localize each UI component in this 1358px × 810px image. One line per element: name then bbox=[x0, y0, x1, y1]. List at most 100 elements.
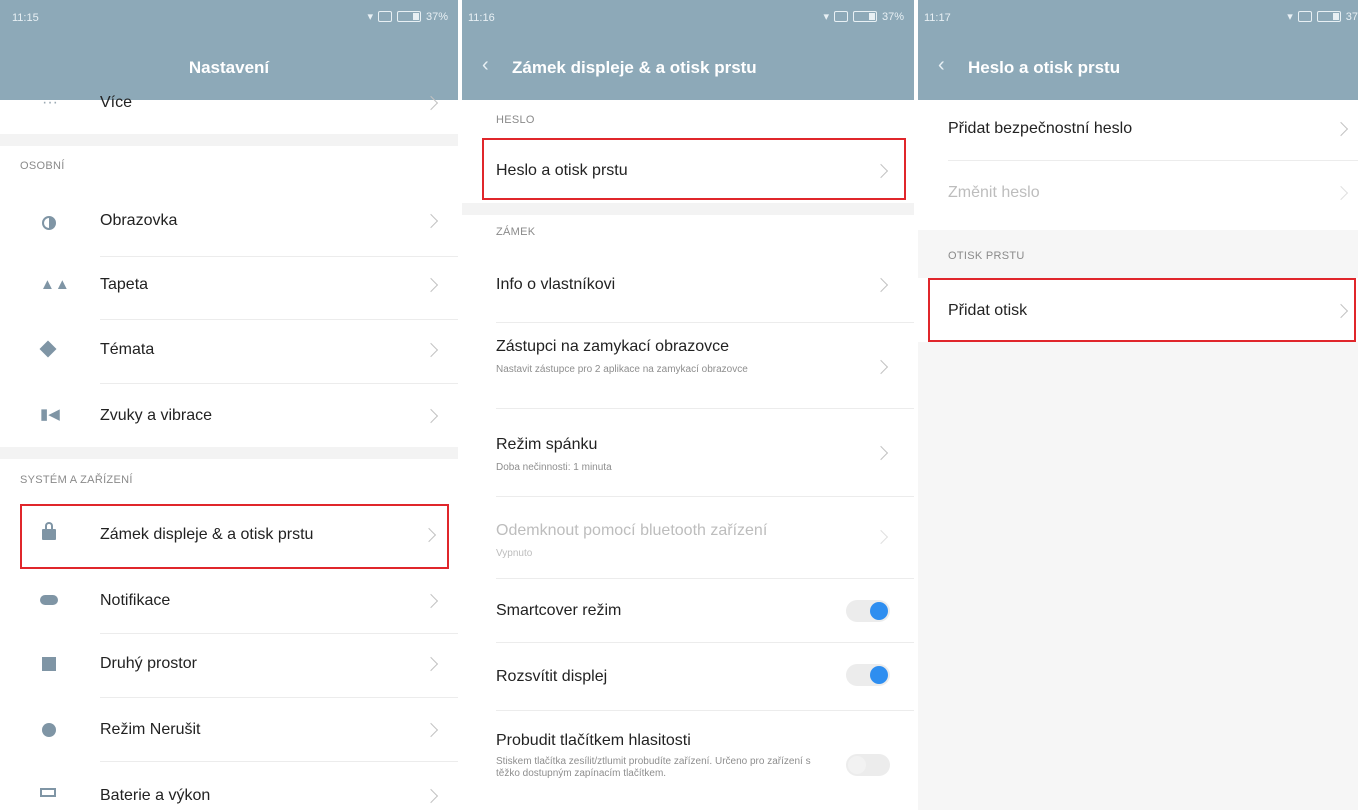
item-label: Rozsvítit displej bbox=[496, 668, 608, 685]
volume-wake-toggle[interactable] bbox=[846, 754, 890, 776]
battery-icon bbox=[396, 11, 421, 22]
chevron-right-icon bbox=[423, 277, 439, 293]
wifi-icon: ▾ bbox=[823, 11, 829, 23]
speaker-icon: ▮◀ bbox=[40, 406, 60, 423]
more-dots-icon: ··· bbox=[42, 94, 58, 111]
status-bar: 11:16 ▾ 37% bbox=[462, 0, 914, 34]
section-header-fingerprint: OTISK PRSTU bbox=[948, 250, 1025, 262]
settings-item-label: Obrazovka bbox=[100, 212, 178, 229]
section-header-lock: ZÁMEK bbox=[496, 226, 536, 238]
wifi-icon: ▾ bbox=[1287, 11, 1293, 23]
toggle-knob bbox=[848, 756, 866, 774]
title-bar: Nastavení bbox=[0, 34, 458, 100]
chevron-right-icon bbox=[423, 408, 439, 424]
settings-item-second-space[interactable]: Druhý prostor bbox=[0, 633, 458, 697]
item-label: Přidat bezpečnostní heslo bbox=[948, 120, 1133, 137]
chevron-right-icon bbox=[1333, 121, 1349, 137]
page-title: Zámek displeje & a otisk prstu bbox=[512, 58, 757, 77]
title-bar: ‹ Heslo a otisk prstu bbox=[918, 34, 1358, 100]
chevron-right-icon bbox=[423, 342, 439, 358]
highlight-box bbox=[482, 138, 906, 200]
wake-display-toggle[interactable] bbox=[846, 664, 890, 686]
toggle-notification-icon bbox=[40, 595, 58, 605]
owner-info-item[interactable]: Info o vlastníkovi bbox=[462, 252, 914, 322]
status-time: 11:15 bbox=[12, 12, 39, 24]
sleep-mode-item[interactable]: Režim spánku Doba nečinnosti: 1 minuta bbox=[462, 408, 914, 496]
wake-display-item: Rozsvítit displej bbox=[462, 642, 914, 710]
status-bar: 11:15 ▾ 37% bbox=[0, 0, 458, 34]
item-label: Odemknout pomocí bluetooth zařízení bbox=[496, 522, 768, 539]
settings-item-label: Témata bbox=[100, 341, 155, 358]
item-label: Probudit tlačítkem hlasitosti bbox=[496, 732, 691, 749]
chevron-right-icon bbox=[873, 277, 889, 293]
section-header-system: SYSTÉM A ZAŘÍZENÍ bbox=[20, 474, 133, 486]
chevron-right-icon bbox=[423, 593, 439, 609]
chevron-right-icon bbox=[423, 213, 439, 229]
add-password-item[interactable]: Přidat bezpečnostní heslo bbox=[918, 100, 1358, 160]
highlight-box bbox=[928, 278, 1356, 342]
settings-item-wallpaper[interactable]: ▲▲ Tapeta bbox=[0, 256, 458, 319]
settings-item-display[interactable]: Obrazovka bbox=[0, 190, 458, 256]
settings-item-label: Notifikace bbox=[100, 592, 171, 609]
back-arrow-icon[interactable]: ‹ bbox=[938, 54, 945, 77]
toggle-knob bbox=[870, 602, 888, 620]
settings-item-label: Režim Nerušit bbox=[100, 721, 201, 738]
chevron-right-icon bbox=[873, 359, 889, 375]
battery-level: 37% bbox=[881, 10, 904, 23]
status-time: 11:17 bbox=[924, 12, 951, 24]
second-space-icon bbox=[42, 657, 56, 671]
volume-wake-item: Probudit tlačítkem hlasitosti Stiskem tl… bbox=[462, 710, 914, 810]
highlight-box bbox=[20, 504, 449, 569]
wallpaper-icon: ▲▲ bbox=[40, 276, 70, 293]
chevron-right-icon bbox=[423, 656, 439, 672]
settings-item-sound[interactable]: ▮◀ Zvuky a vibrace bbox=[0, 383, 458, 447]
chevron-right-icon bbox=[423, 722, 439, 738]
settings-item-label: Tapeta bbox=[100, 276, 149, 293]
status-bar: 11:17 ▾ 37 bbox=[918, 0, 1358, 34]
settings-item-more[interactable]: ··· Více bbox=[0, 94, 458, 134]
settings-item-notifications[interactable]: Notifikace bbox=[0, 570, 458, 633]
password-fingerprint-screen: 11:17 ▾ 37 ‹ Heslo a otisk prstu Přidat … bbox=[918, 0, 1358, 810]
back-arrow-icon[interactable]: ‹ bbox=[482, 54, 489, 77]
display-icon bbox=[42, 216, 56, 230]
sim-icon bbox=[1297, 11, 1312, 22]
bluetooth-unlock-item: Odemknout pomocí bluetooth zařízení Vypn… bbox=[462, 496, 914, 578]
chevron-right-icon bbox=[873, 529, 889, 545]
section-header-password: HESLO bbox=[496, 114, 535, 126]
item-label: Info o vlastníkovi bbox=[496, 276, 616, 293]
settings-item-battery[interactable]: Baterie a výkon bbox=[0, 761, 458, 810]
settings-item-themes[interactable]: Témata bbox=[0, 319, 458, 383]
settings-screen: 11:15 ▾ 37% Nastavení ··· Více OSOBNÍ Ob… bbox=[0, 0, 458, 810]
battery-icon bbox=[40, 788, 56, 797]
lockscreen-shortcuts-item[interactable]: Zástupci na zamykací obrazovce Nastavit … bbox=[462, 322, 914, 408]
item-label: Změnit heslo bbox=[948, 184, 1040, 201]
chevron-right-icon bbox=[423, 788, 439, 804]
page-title: Nastavení bbox=[188, 58, 270, 77]
item-label: Zástupci na zamykací obrazovce bbox=[496, 338, 729, 355]
page-title: Heslo a otisk prstu bbox=[968, 58, 1121, 77]
change-password-item: Změnit heslo bbox=[918, 160, 1358, 230]
sim-icon bbox=[833, 11, 848, 22]
battery-icon bbox=[1316, 11, 1341, 22]
sim-icon bbox=[377, 11, 392, 22]
settings-item-dnd[interactable]: Režim Nerušit bbox=[0, 697, 458, 761]
item-subtitle: Stiskem tlačítka zesílit/ztlumit probudí… bbox=[496, 756, 811, 779]
toggle-knob bbox=[870, 666, 888, 684]
item-subtitle: Nastavit zástupce pro 2 aplikace na zamy… bbox=[496, 364, 748, 375]
battery-icon bbox=[852, 11, 877, 22]
lockscreen-settings-screen: 11:16 ▾ 37% ‹ Zámek displeje & a otisk p… bbox=[462, 0, 914, 810]
section-header-personal: OSOBNÍ bbox=[20, 160, 65, 172]
battery-level: 37% bbox=[425, 10, 448, 23]
item-label: Smartcover režim bbox=[496, 602, 622, 619]
settings-item-label: Druhý prostor bbox=[100, 655, 197, 672]
smartcover-toggle[interactable] bbox=[846, 600, 890, 622]
settings-item-label: Zvuky a vibrace bbox=[100, 407, 213, 424]
status-time: 11:16 bbox=[468, 12, 495, 24]
item-subtitle: Doba nečinnosti: 1 minuta bbox=[496, 462, 612, 473]
chevron-right-icon bbox=[1333, 185, 1349, 201]
wifi-icon: ▾ bbox=[367, 11, 373, 23]
more-label: Více bbox=[100, 94, 133, 111]
item-subtitle: Vypnuto bbox=[496, 548, 533, 559]
battery-level: 37 bbox=[1345, 10, 1358, 23]
chevron-right-icon bbox=[873, 445, 889, 461]
